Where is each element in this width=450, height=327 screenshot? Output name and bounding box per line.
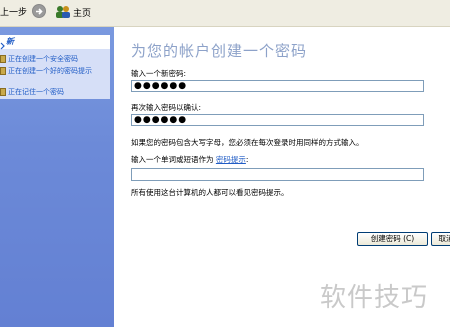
help-doc-icon: [0, 88, 6, 96]
panel-header[interactable]: 新: [0, 35, 110, 50]
confirm-password-field[interactable]: ●●●●●●: [131, 114, 424, 126]
home-button[interactable]: 主页: [73, 6, 91, 19]
case-sensitivity-note: 如果您的密码包含大写字母，您必须在每次登录时用同样的方式输入。: [131, 138, 364, 147]
back-button[interactable]: 上一步: [0, 5, 27, 18]
create-password-button[interactable]: 创建密码 (C): [357, 232, 428, 246]
help-doc-icon: [0, 67, 6, 75]
task-pane: 新 正在创建一个安全密码 正在创建一个好的密码提示 正在记住一个密码: [0, 27, 114, 327]
hint-label-text: 输入一个单词或短语作为: [131, 155, 214, 164]
panel-header-label: 新: [6, 37, 14, 46]
help-doc-icon: [0, 55, 6, 63]
users-home-icon[interactable]: [54, 4, 72, 20]
hint-label: 输入一个单词或短语作为 密码提示:: [131, 154, 248, 165]
hint-label-suffix: :: [245, 155, 249, 164]
task-item-label: 正在记住一个密码: [8, 88, 64, 96]
task-item-label: 正在创建一个安全密码: [8, 55, 78, 63]
task-item-label: 正在创建一个好的密码提示: [8, 67, 92, 75]
password-hint-link[interactable]: 密码提示: [216, 155, 246, 164]
cancel-button[interactable]: 取消: [431, 232, 450, 246]
forward-arrow-icon[interactable]: [32, 4, 46, 18]
page-title: 为您的帐户创建一个密码: [131, 42, 308, 60]
related-tasks-panel: 新 正在创建一个安全密码 正在创建一个好的密码提示 正在记住一个密码: [0, 35, 110, 99]
confirm-password-label: 再次输入密码以确认:: [131, 103, 202, 112]
new-password-label: 输入一个新密码:: [131, 69, 187, 78]
hint-visibility-note: 所有使用这台计算机的人都可以看见密码提示。: [131, 188, 289, 197]
watermark: 软件技巧: [320, 283, 429, 313]
toolbar: 上一步 主页: [0, 0, 450, 27]
new-password-field[interactable]: ●●●●●●: [131, 80, 424, 92]
password-hint-input[interactable]: [131, 168, 424, 181]
